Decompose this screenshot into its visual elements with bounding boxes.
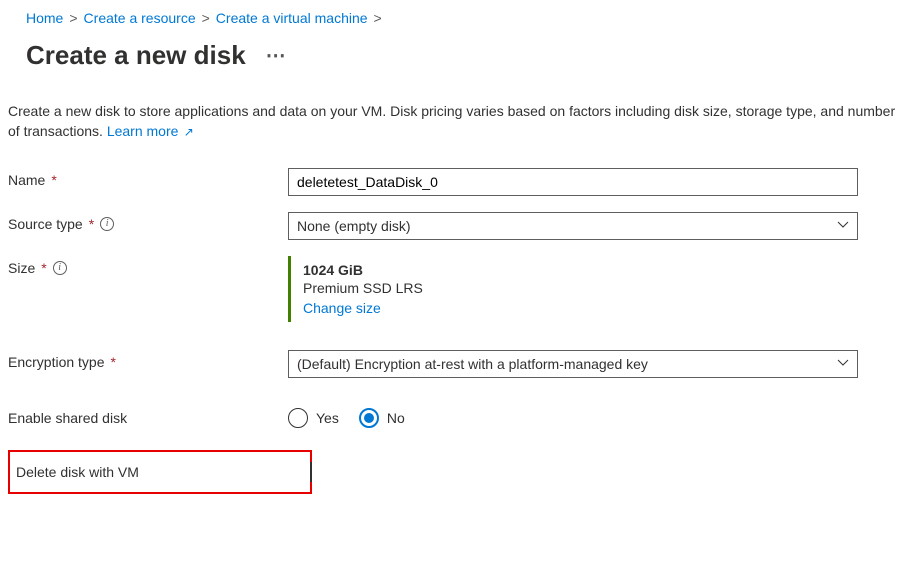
- required-marker: *: [51, 172, 56, 188]
- change-size-link[interactable]: Change size: [303, 300, 858, 316]
- enable-shared-disk-label: Enable shared disk: [8, 410, 127, 426]
- field-source-type: Source type * i None (empty disk): [8, 204, 916, 248]
- info-icon[interactable]: i: [53, 261, 67, 275]
- size-summary: 1024 GiB Premium SSD LRS Change size: [288, 256, 858, 322]
- intro-text: Create a new disk to store applications …: [8, 101, 916, 160]
- name-label: Name: [8, 172, 45, 188]
- delete-disk-with-vm-label: Delete disk with VM: [16, 464, 139, 480]
- field-name: Name *: [8, 160, 916, 204]
- encryption-type-select[interactable]: (Default) Encryption at-rest with a plat…: [288, 350, 858, 378]
- field-delete-disk-with-vm: Delete disk with VM: [8, 450, 312, 494]
- source-type-label: Source type: [8, 216, 83, 232]
- learn-more-link[interactable]: Learn more ↗: [107, 123, 194, 139]
- size-tier: Premium SSD LRS: [303, 280, 858, 296]
- shared-disk-radio-group: Yes No: [288, 406, 858, 428]
- field-encryption-type: Encryption type * (Default) Encryption a…: [8, 342, 916, 386]
- breadcrumb-home[interactable]: Home: [26, 10, 63, 26]
- info-icon[interactable]: i: [100, 217, 114, 231]
- external-link-icon: ↗: [180, 125, 193, 139]
- required-marker: *: [41, 260, 46, 276]
- delete-disk-with-vm-checkbox[interactable]: [310, 462, 312, 482]
- radio-checked-icon: [359, 408, 379, 428]
- radio-icon: [288, 408, 308, 428]
- required-marker: *: [111, 354, 116, 370]
- shared-disk-no-radio[interactable]: No: [359, 408, 405, 428]
- chevron-right-icon: >: [69, 10, 77, 26]
- more-actions-icon[interactable]: ⋯: [266, 43, 288, 68]
- required-marker: *: [89, 216, 94, 232]
- name-input[interactable]: [288, 168, 858, 196]
- chevron-down-icon: [837, 356, 849, 372]
- breadcrumb: Home > Create a resource > Create a virt…: [8, 8, 916, 36]
- size-value: 1024 GiB: [303, 262, 858, 278]
- chevron-right-icon: >: [374, 10, 382, 26]
- shared-disk-yes-radio[interactable]: Yes: [288, 408, 339, 428]
- field-size: Size * i 1024 GiB Premium SSD LRS Change…: [8, 248, 916, 330]
- page-title: Create a new disk ⋯: [26, 40, 916, 71]
- field-enable-shared-disk: Enable shared disk Yes No: [8, 398, 916, 436]
- breadcrumb-create-vm[interactable]: Create a virtual machine: [216, 10, 368, 26]
- source-type-select[interactable]: None (empty disk): [288, 212, 858, 240]
- encryption-type-label: Encryption type: [8, 354, 105, 370]
- chevron-down-icon: [837, 218, 849, 234]
- breadcrumb-create-resource[interactable]: Create a resource: [84, 10, 196, 26]
- size-label: Size: [8, 260, 35, 276]
- chevron-right-icon: >: [202, 10, 210, 26]
